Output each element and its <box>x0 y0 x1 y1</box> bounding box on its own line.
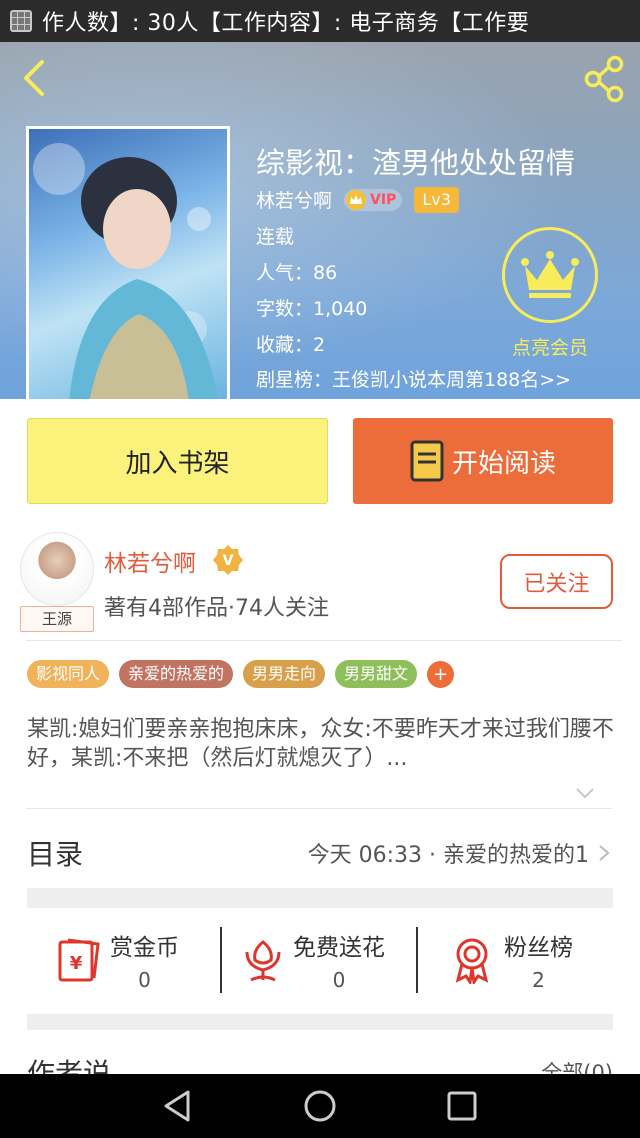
verified-badge-icon: V <box>213 545 243 575</box>
cover-illustration <box>33 143 219 399</box>
favorites-count: 收藏：2 <box>256 334 326 356</box>
word-count: 字数：1,040 <box>256 298 368 320</box>
tag-item[interactable]: 男男甜文 <box>335 660 418 688</box>
fan-ranking-button[interactable]: 粉丝榜 2 <box>452 925 573 995</box>
book-cover-image[interactable] <box>26 126 230 399</box>
back-button[interactable] <box>14 56 58 100</box>
book-author-row: 林若兮啊 VIP Lv3 <box>256 186 459 213</box>
flower-icon <box>245 940 281 982</box>
book-icon <box>410 440 444 482</box>
ranking-link[interactable]: 剧星榜：王俊凯小说本周第188名>> <box>256 365 571 392</box>
divider <box>26 808 612 809</box>
award-ribbon-icon <box>455 938 489 984</box>
svg-text:V: V <box>223 553 234 569</box>
catalog-title: 目录 <box>27 838 84 871</box>
add-to-shelf-button[interactable]: 加入书架 <box>27 418 328 504</box>
book-synopsis: 某凯:媳妇们要亲亲抱抱床床，众女:不要昨天才来过我们腰不好，某凯:不来把（然后灯… <box>27 717 614 771</box>
book-detail-screen: 作人数】: 30人【工作内容】: 电子商务【工作要 综影视：渣男他处处留情 林若… <box>0 0 640 1138</box>
section-spacer <box>27 1014 613 1030</box>
serial-status: 连载 <box>256 226 295 248</box>
author-stats: 著有4部作品·74人关注 <box>104 596 329 621</box>
activate-membership-button[interactable]: 点亮会员 <box>500 227 600 360</box>
tag-list: 影视同人 亲爱的热爱的 男男走向 男男甜文 + <box>27 660 455 688</box>
divider <box>26 640 622 641</box>
tag-item[interactable]: 影视同人 <box>27 660 110 688</box>
back-arrow-icon <box>24 60 44 96</box>
nav-back-icon[interactable] <box>160 1088 196 1124</box>
popularity-count: 人气：86 <box>256 262 338 284</box>
divider <box>220 927 222 993</box>
start-reading-button[interactable]: 开始阅读 <box>353 418 613 504</box>
expand-chevron-icon[interactable] <box>574 782 596 804</box>
author-name[interactable]: 林若兮啊 <box>104 544 196 578</box>
crown-icon <box>346 189 367 210</box>
share-button[interactable] <box>580 54 630 104</box>
chevron-right-icon <box>599 845 610 861</box>
avatar-tag: 王源 <box>20 606 94 632</box>
red-envelope-icon: ¥ <box>58 938 100 982</box>
nav-home-icon[interactable] <box>302 1088 338 1124</box>
send-flower-label: 免费送花 <box>293 935 385 961</box>
reward-coins-count: 0 <box>138 968 151 992</box>
book-author-name[interactable]: 林若兮啊 <box>256 186 332 213</box>
svg-text:¥: ¥ <box>70 953 83 974</box>
notification-ticker-text: 作人数】: 30人【工作内容】: 电子商务【工作要 <box>42 11 530 36</box>
reward-coins-label: 赏金币 <box>110 935 179 961</box>
membership-label: 点亮会员 <box>511 337 588 359</box>
section-spacer <box>27 888 613 908</box>
app-notification-icon <box>10 10 32 32</box>
system-navigation-bar <box>0 1074 640 1138</box>
fan-ranking-label: 粉丝榜 <box>504 935 573 961</box>
vip-badge: VIP <box>344 188 403 211</box>
author-avatar[interactable] <box>20 532 94 606</box>
nav-recents-icon[interactable] <box>444 1088 480 1124</box>
tag-item[interactable]: 男男走向 <box>243 660 326 688</box>
tag-item[interactable]: 亲爱的热爱的 <box>119 660 234 688</box>
add-tag-button[interactable]: + <box>427 660 455 688</box>
catalog-row[interactable]: 目录 今天 06:33 · 亲爱的热爱的1 <box>27 826 613 880</box>
book-title: 综影视：渣男他处处留情 <box>256 146 576 180</box>
divider <box>416 927 418 993</box>
start-reading-label: 开始阅读 <box>451 448 556 479</box>
fan-ranking-count: 2 <box>532 968 545 992</box>
latest-chapter: 今天 06:33 · 亲爱的热爱的1 <box>307 843 589 868</box>
status-bar: 作人数】: 30人【工作内容】: 电子商务【工作要 <box>0 0 640 42</box>
send-flower-button[interactable]: 免费送花 0 <box>241 925 385 995</box>
crown-icon <box>521 251 579 298</box>
level-badge: Lv3 <box>414 186 459 213</box>
send-flower-count: 0 <box>332 968 346 992</box>
book-header: 综影视：渣男他处处留情 林若兮啊 VIP Lv3 连载 人气：86 字数：1,0… <box>0 42 640 399</box>
share-icon <box>584 55 624 103</box>
follow-button[interactable]: 已关注 <box>500 554 613 609</box>
reward-coins-button[interactable]: ¥ 赏金币 0 <box>56 925 179 995</box>
